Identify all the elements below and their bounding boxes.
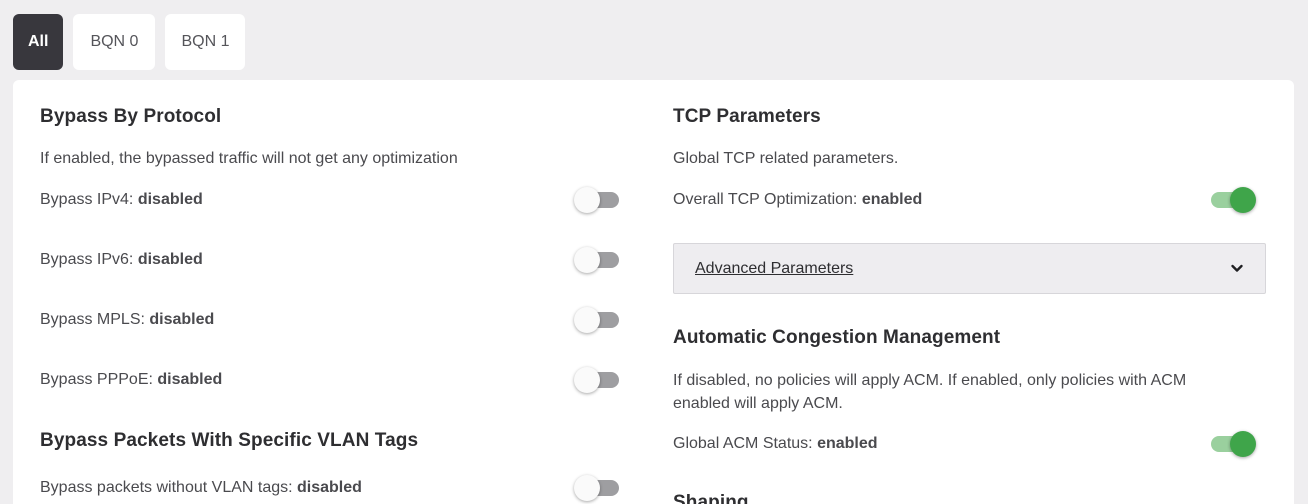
advanced-parameters-link[interactable]: Advanced Parameters: [695, 260, 853, 278]
tcp-optimization-row: Overall TCP Optimization: enabled: [673, 185, 1266, 215]
tab-bqn-0[interactable]: BQN 0: [73, 14, 156, 70]
bypass-ipv6-status: disabled: [137, 251, 203, 268]
tcp-optimization-toggle[interactable]: [1208, 186, 1256, 214]
acm-description-line-2: enabled will apply ACM.: [673, 395, 843, 412]
bypass-ipv6-label: Bypass IPv6:: [40, 251, 138, 268]
bypass-pppoe-status: disabled: [157, 371, 223, 388]
tab-all[interactable]: All: [13, 14, 64, 70]
acm-description-line-1: If disabled, no policies will apply ACM.…: [673, 372, 1187, 389]
bypass-ipv4-label: Bypass IPv4:: [40, 191, 138, 208]
bypass-mpls-toggle[interactable]: [574, 306, 622, 334]
acm-status-row: Global ACM Status: enabled: [673, 429, 1266, 459]
bypass-mpls-label: Bypass MPLS:: [40, 311, 150, 328]
bypass-mpls-status: disabled: [149, 311, 215, 328]
acm-status-label: Global ACM Status:: [673, 435, 818, 452]
advanced-parameters-accordion[interactable]: Advanced Parameters: [673, 243, 1266, 294]
tcp-parameters-heading: TCP Parameters: [673, 106, 821, 127]
bypass-pppoe-toggle[interactable]: [574, 366, 622, 394]
tcp-optimization-status: enabled: [861, 191, 923, 208]
acm-status-toggle[interactable]: [1208, 430, 1256, 458]
acm-status-value: enabled: [817, 435, 878, 452]
bypass-no-vlan-toggle[interactable]: [574, 474, 622, 502]
acm-heading: Automatic Congestion Management: [673, 327, 1001, 348]
bypass-protocol-heading: Bypass By Protocol: [40, 106, 222, 127]
bypass-no-vlan-row: Bypass packets without VLAN tags: disabl…: [40, 473, 622, 503]
tab-bar: All BQN 0 BQN 1: [13, 14, 246, 70]
bypass-mpls-row: Bypass MPLS: disabled: [40, 305, 622, 335]
bypass-no-vlan-status: disabled: [297, 479, 362, 496]
bypass-pppoe-row: Bypass PPPoE: disabled: [40, 365, 622, 395]
bypass-ipv6-row: Bypass IPv6: disabled: [40, 245, 622, 275]
bypass-protocol-description: If enabled, the bypassed traffic will no…: [40, 150, 458, 167]
bypass-vlan-heading: Bypass Packets With Specific VLAN Tags: [40, 430, 419, 451]
chevron-down-icon[interactable]: [1229, 260, 1245, 276]
settings-panel: Bypass By Protocol If enabled, the bypas…: [13, 80, 1294, 504]
bypass-ipv4-status: disabled: [137, 191, 203, 208]
bypass-ipv4-row: Bypass IPv4: disabled: [40, 185, 622, 215]
bypass-ipv4-toggle[interactable]: [574, 186, 622, 214]
tcp-optimization-label: Overall TCP Optimization:: [673, 191, 862, 208]
bypass-ipv6-toggle[interactable]: [574, 246, 622, 274]
shaping-heading: Shaping: [673, 492, 749, 504]
tab-bqn-1[interactable]: BQN 1: [165, 14, 246, 70]
bypass-no-vlan-label: Bypass packets without VLAN tags:: [40, 479, 298, 496]
bypass-pppoe-label: Bypass PPPoE:: [40, 371, 158, 388]
tcp-parameters-description: Global TCP related parameters.: [673, 150, 899, 167]
